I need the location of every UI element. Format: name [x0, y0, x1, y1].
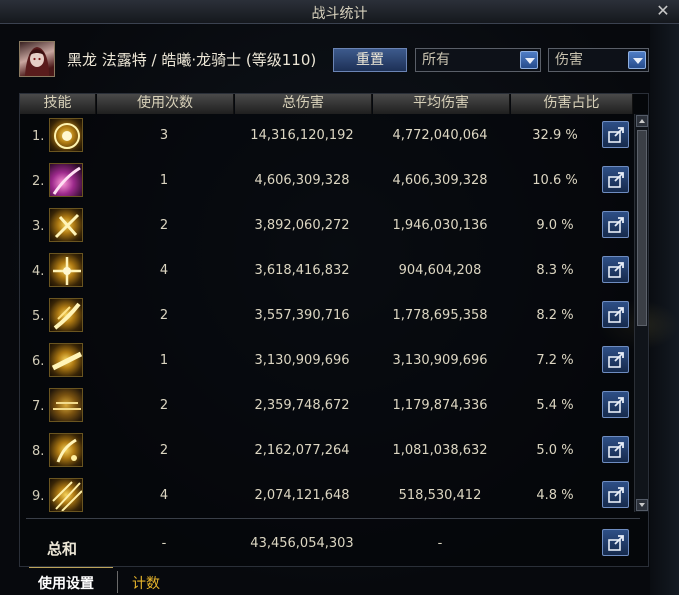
close-icon[interactable]: ✕: [655, 2, 671, 20]
skill-icon: [49, 298, 83, 332]
row-uses: 2: [159, 443, 169, 458]
row-damage-share: 32.9 %: [532, 128, 578, 143]
share-icon[interactable]: [602, 121, 629, 148]
row-average-damage: 1,778,695,358: [392, 308, 488, 323]
tab-settings[interactable]: 使用设置: [38, 573, 94, 593]
total-average-damage: -: [437, 536, 443, 551]
total-label: 总和: [47, 540, 78, 558]
tab-divider: [117, 571, 118, 593]
row-total-damage: 3,892,060,272: [254, 218, 350, 233]
row-uses: 1: [159, 173, 169, 188]
share-icon[interactable]: [602, 529, 629, 556]
share-icon[interactable]: [602, 301, 629, 328]
row-uses: 4: [159, 488, 169, 503]
row-uses: 2: [159, 398, 169, 413]
tab-underline: [29, 567, 113, 568]
header-average-damage[interactable]: 平均伤害: [373, 94, 510, 114]
total-uses: -: [161, 536, 167, 551]
header-uses[interactable]: 使用次数: [97, 94, 234, 114]
tab-count[interactable]: 计数: [132, 573, 160, 593]
scroll-up-icon[interactable]: [636, 115, 648, 127]
title-bar[interactable]: 战斗统计 ✕: [0, 0, 679, 24]
row-rank: 8.: [32, 444, 45, 459]
total-damage: 43,456,054,303: [250, 536, 354, 551]
row-damage-share: 8.3 %: [536, 263, 574, 278]
row-average-damage: 4,772,040,064: [392, 128, 488, 143]
table-scrollbar[interactable]: [634, 114, 648, 512]
row-total-damage: 3,130,909,696: [254, 353, 350, 368]
row-damage-share: 9.0 %: [536, 218, 574, 233]
row-uses: 1: [159, 353, 169, 368]
row-rank: 3.: [32, 219, 45, 234]
share-icon[interactable]: [602, 436, 629, 463]
share-icon[interactable]: [602, 391, 629, 418]
row-total-damage: 2,359,748,672: [254, 398, 350, 413]
row-average-damage: 904,604,208: [398, 263, 482, 278]
skill-icon: [49, 433, 83, 467]
share-icon[interactable]: [602, 211, 629, 238]
skill-icon: [49, 478, 83, 512]
row-rank: 6.: [32, 354, 45, 369]
share-icon[interactable]: [602, 166, 629, 193]
share-icon[interactable]: [602, 256, 629, 283]
header-total-damage[interactable]: 总伤害: [235, 94, 372, 114]
row-rank: 5.: [32, 309, 45, 324]
row-average-damage: 518,530,412: [398, 488, 482, 503]
row-total-damage: 14,316,120,192: [250, 128, 354, 143]
avatar: [19, 41, 55, 77]
skill-icon: [49, 343, 83, 377]
skill-icon: [49, 388, 83, 422]
header-damage-share[interactable]: 伤害占比: [511, 94, 633, 114]
row-average-damage: 1,946,030,136: [392, 218, 488, 233]
row-total-damage: 3,618,416,832: [254, 263, 350, 278]
row-average-damage: 1,081,038,632: [392, 443, 488, 458]
row-damage-share: 4.8 %: [536, 488, 574, 503]
row-damage-share: 10.6 %: [532, 173, 578, 188]
skill-icon: [49, 208, 83, 242]
row-total-damage: 2,074,121,648: [254, 488, 350, 503]
scroll-down-icon[interactable]: [636, 499, 648, 511]
row-total-damage: 3,557,390,716: [254, 308, 350, 323]
row-rank: 4.: [32, 264, 45, 279]
row-average-damage: 1,179,874,336: [392, 398, 488, 413]
row-damage-share: 5.0 %: [536, 443, 574, 458]
chevron-down-icon[interactable]: [628, 51, 646, 69]
scroll-thumb[interactable]: [637, 130, 647, 326]
skill-icon: [49, 163, 83, 197]
row-damage-share: 7.2 %: [536, 353, 574, 368]
row-rank: 1.: [32, 129, 45, 144]
row-uses: 3: [159, 128, 169, 143]
chevron-down-icon[interactable]: [520, 51, 538, 69]
row-damage-share: 8.2 %: [536, 308, 574, 323]
row-average-damage: 3,130,909,696: [392, 353, 488, 368]
skill-icon: [49, 253, 83, 287]
header-skill[interactable]: 技能: [20, 94, 96, 114]
row-uses: 2: [159, 218, 169, 233]
row-rank: 2.: [32, 174, 45, 189]
share-icon[interactable]: [602, 346, 629, 373]
window-title: 战斗统计: [311, 6, 368, 22]
metric-dropdown[interactable]: 伤害: [548, 48, 649, 72]
row-average-damage: 4,606,309,328: [392, 173, 488, 188]
row-damage-share: 5.4 %: [536, 398, 574, 413]
reset-button[interactable]: 重置: [333, 48, 407, 72]
row-uses: 4: [159, 263, 169, 278]
metric-dropdown-value: 伤害: [555, 52, 583, 68]
row-uses: 2: [159, 308, 169, 323]
row-rank: 7.: [32, 399, 45, 414]
divider: [26, 518, 640, 519]
filter-dropdown-value: 所有: [422, 52, 450, 68]
character-name: 黑龙 法露特 / 皓曦·龙骑士 (等级110): [67, 51, 317, 69]
row-rank: 9.: [32, 489, 45, 504]
filter-dropdown[interactable]: 所有: [415, 48, 541, 72]
share-icon[interactable]: [602, 481, 629, 508]
row-total-damage: 4,606,309,328: [254, 173, 350, 188]
skill-icon: [49, 118, 83, 152]
row-total-damage: 2,162,077,264: [254, 443, 350, 458]
